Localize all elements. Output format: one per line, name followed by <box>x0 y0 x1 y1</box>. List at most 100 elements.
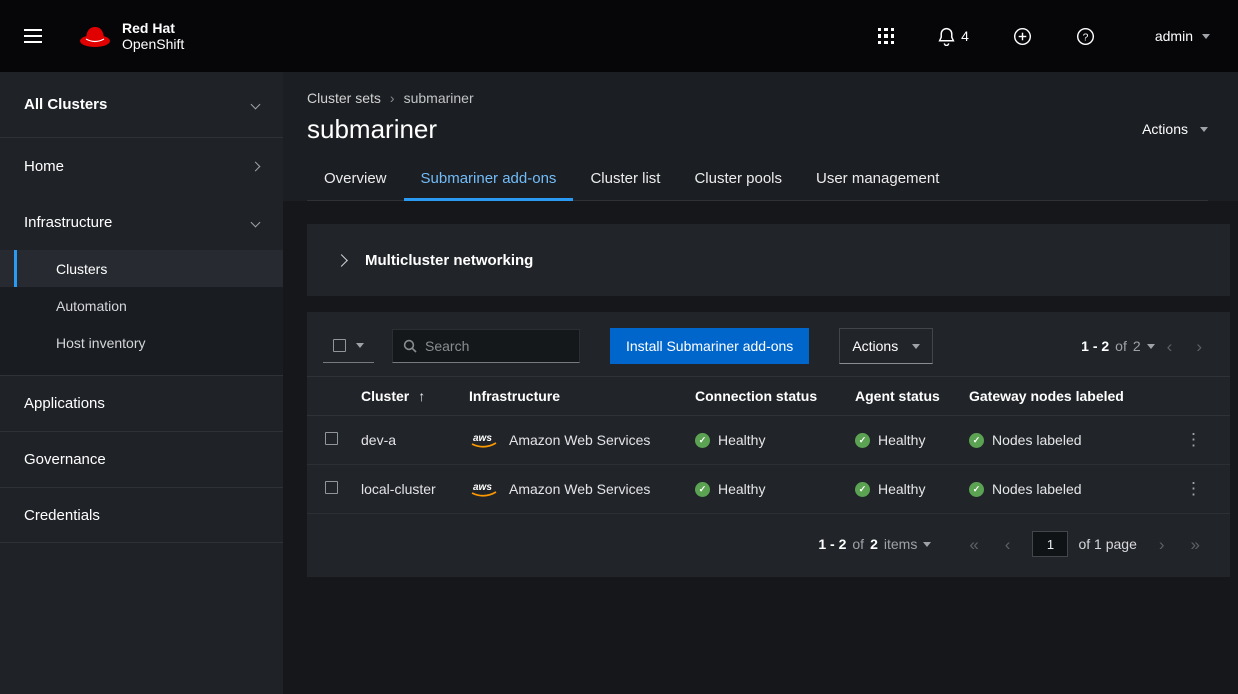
kebab-menu-button[interactable]: ⋮ <box>1179 479 1208 499</box>
column-header-infrastructure: Infrastructure <box>461 377 687 416</box>
pagination-of-label: of <box>852 536 864 552</box>
table-actions-dropdown[interactable]: Actions <box>839 328 933 364</box>
chevron-down-icon <box>1147 344 1155 349</box>
notifications-button[interactable]: 4 <box>938 27 969 46</box>
column-label: Cluster <box>361 388 409 404</box>
help-button[interactable]: ? <box>1076 27 1095 46</box>
next-page-button[interactable]: › <box>1147 536 1177 553</box>
bulk-select-dropdown[interactable] <box>323 329 374 363</box>
product-name: OpenShift <box>122 36 184 52</box>
aws-icon: aws <box>469 479 499 499</box>
page-actions-dropdown[interactable]: Actions <box>1142 121 1208 137</box>
breadcrumb: Cluster sets › submariner <box>307 90 1208 106</box>
sidebar-item-automation[interactable]: Automation <box>0 287 283 324</box>
breadcrumb-cluster-sets-link[interactable]: Cluster sets <box>307 90 381 106</box>
check-circle-icon <box>695 482 710 497</box>
sidebar-item-label: Infrastructure <box>24 214 112 231</box>
search-field <box>392 329 580 363</box>
column-header-agent-status: Agent status <box>847 377 961 416</box>
column-header-cluster: Cluster ↑ <box>353 377 461 416</box>
sidebar-item-governance[interactable]: Governance <box>0 431 283 487</box>
tab-label: Submariner add-ons <box>421 170 557 187</box>
section-title: Multicluster networking <box>365 252 533 269</box>
connection-status[interactable]: Healthy <box>695 432 765 448</box>
plus-circle-icon <box>1013 27 1032 46</box>
pagination-total: 2 <box>870 536 878 552</box>
main-content: Cluster sets › submariner submariner Act… <box>283 72 1238 694</box>
sidebar-item-clusters[interactable]: Clusters <box>0 250 283 287</box>
sidebar-item-host-inventory[interactable]: Host inventory <box>0 324 283 361</box>
agent-status[interactable]: Healthy <box>855 432 925 448</box>
pagination-range: 1 - 2 <box>818 536 846 552</box>
sidebar-item-label: Host inventory <box>56 335 145 351</box>
aws-icon: aws <box>469 430 499 450</box>
pagination-range: 1 - 2 <box>1081 338 1109 354</box>
masthead: Red Hat OpenShift 4 ? ad <box>0 0 1238 72</box>
connection-status[interactable]: Healthy <box>695 481 765 497</box>
nav-toggle-button[interactable] <box>18 23 48 49</box>
table-row: dev-a aws Amazon Web Services <box>307 416 1230 465</box>
sidebar-item-label: Governance <box>24 451 106 468</box>
sidebar-item-label: Automation <box>56 298 127 314</box>
tab-cluster-pools[interactable]: Cluster pools <box>677 160 799 200</box>
next-page-button[interactable]: › <box>1184 338 1214 355</box>
chevron-right-icon <box>251 161 261 171</box>
select-row-checkbox[interactable] <box>325 481 338 494</box>
gateway-nodes-status[interactable]: Nodes labeled <box>969 481 1082 497</box>
user-menu-button[interactable]: admin <box>1155 28 1210 44</box>
table-header-row: Cluster ↑ Infrastructure Connection stat… <box>307 377 1230 416</box>
pagination-options-menu[interactable]: 1 - 2 of 2 <box>1081 338 1155 354</box>
check-circle-icon <box>855 482 870 497</box>
tab-label: Cluster list <box>590 170 660 187</box>
check-circle-icon <box>969 482 984 497</box>
status-label: Healthy <box>718 481 765 497</box>
question-circle-icon: ? <box>1076 27 1095 46</box>
sort-by-cluster-button[interactable]: Cluster ↑ <box>361 388 425 404</box>
select-row-checkbox[interactable] <box>325 432 338 445</box>
header-checkbox-cell <box>307 377 353 416</box>
sidebar-item-credentials[interactable]: Credentials <box>0 487 283 543</box>
gateway-nodes-status[interactable]: Nodes labeled <box>969 432 1082 448</box>
previous-page-button[interactable]: ‹ <box>1155 338 1185 355</box>
first-page-button[interactable]: « <box>957 536 990 553</box>
provider-name: Amazon Web Services <box>509 432 650 448</box>
tab-bar: Overview Submariner add-ons Cluster list… <box>307 160 1208 201</box>
page-number-input[interactable] <box>1032 531 1068 557</box>
svg-text:aws: aws <box>473 482 492 493</box>
column-label: Connection status <box>695 388 817 404</box>
perspective-label: All Clusters <box>24 96 107 113</box>
check-circle-icon <box>695 433 710 448</box>
chevron-down-icon <box>912 344 920 349</box>
sidebar-item-applications[interactable]: Applications <box>0 375 283 431</box>
redhat-openshift-logo: Red Hat OpenShift <box>78 20 184 52</box>
masthead-toolbar: 4 ? admin <box>878 27 1238 46</box>
multicluster-networking-section[interactable]: Multicluster networking <box>307 224 1230 296</box>
tab-cluster-list[interactable]: Cluster list <box>573 160 677 200</box>
sidebar-item-label: Home <box>24 158 64 175</box>
kebab-menu-button[interactable]: ⋮ <box>1179 430 1208 450</box>
previous-page-button[interactable]: ‹ <box>993 536 1023 553</box>
sidebar-item-infrastructure[interactable]: Infrastructure <box>0 194 283 250</box>
tab-user-management[interactable]: User management <box>799 160 956 200</box>
sidebar-item-home[interactable]: Home <box>0 138 283 194</box>
select-all-checkbox[interactable] <box>333 339 346 352</box>
sidebar-item-label: Credentials <box>24 507 100 524</box>
breadcrumb-separator-icon: › <box>390 90 395 106</box>
tab-label: Overview <box>324 170 387 187</box>
status-label: Healthy <box>718 432 765 448</box>
agent-status[interactable]: Healthy <box>855 481 925 497</box>
tab-overview[interactable]: Overview <box>307 160 404 200</box>
items-per-page-menu[interactable]: 1 - 2 of 2 items <box>818 536 931 552</box>
search-input[interactable] <box>425 338 569 354</box>
perspective-switcher[interactable]: All Clusters <box>0 72 283 138</box>
column-header-gateway-nodes-labeled: Gateway nodes labeled <box>961 377 1171 416</box>
tab-submariner-add-ons[interactable]: Submariner add-ons <box>404 160 574 200</box>
app-launcher-button[interactable] <box>878 28 895 45</box>
column-label: Infrastructure <box>469 388 560 404</box>
last-page-button[interactable]: » <box>1179 536 1212 553</box>
page-header: Cluster sets › submariner submariner Act… <box>283 72 1238 201</box>
create-button[interactable] <box>1013 27 1032 46</box>
install-submariner-add-ons-button[interactable]: Install Submariner add-ons <box>610 328 809 364</box>
cluster-name: local-cluster <box>353 465 461 514</box>
provider-name: Amazon Web Services <box>509 481 650 497</box>
